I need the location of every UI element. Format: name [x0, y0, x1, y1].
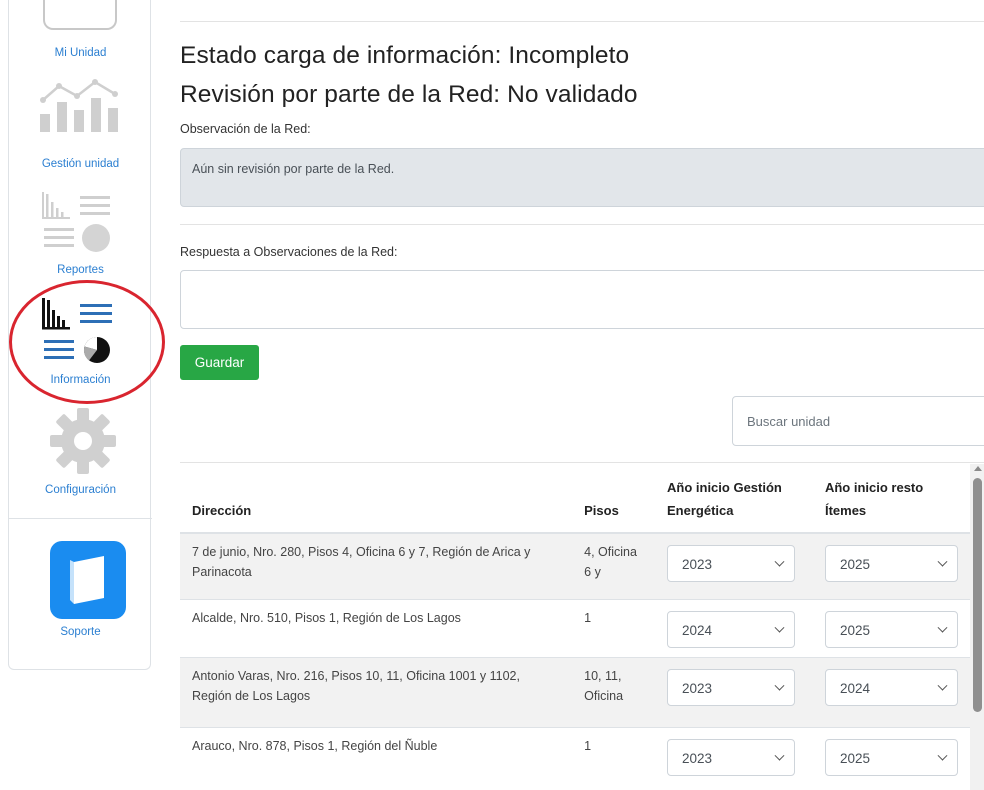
cell-address: 7 de junio, Nro. 280, Pisos 4, Oficina 6… [180, 532, 573, 599]
observation-label: Observación de la Red: [180, 122, 311, 136]
cell-gestion-year: 2024 [655, 598, 813, 657]
cell-floors: 10, 11, Oficina [572, 656, 656, 727]
header-resto-year[interactable]: Año inicio resto Ítemes [812, 470, 970, 534]
resto-year-select[interactable]: 2025 [824, 738, 958, 776]
select-value: 2023 [682, 750, 713, 766]
table-row: Alcalde, Nro. 510, Pisos 1, Región de Lo… [180, 598, 970, 657]
select-value: 2025 [839, 622, 871, 638]
line-bar-chart-icon [40, 79, 118, 132]
response-textarea[interactable] [180, 270, 984, 329]
cell-resto-year: 2025 [812, 726, 970, 785]
chevron-down-icon [937, 680, 948, 691]
units-table: Dirección Pisos Año inicio Gestión Energ… [180, 470, 970, 785]
sidebar-item-label: Soporte [60, 626, 101, 638]
home-unit-icon [43, 0, 117, 30]
gestion-year-select[interactable]: 2023 [667, 545, 796, 582]
select-value: 2025 [839, 557, 871, 572]
response-label: Respuesta a Observaciones de la Red: [180, 245, 398, 259]
divider [180, 462, 984, 463]
cell-gestion-year: 2023 [655, 532, 813, 599]
chevron-down-icon [937, 556, 948, 567]
scroll-up-arrow-icon[interactable] [974, 466, 982, 471]
support-book-icon [50, 541, 126, 619]
header-gestion-year[interactable]: Año inicio Gestión Energética [655, 470, 813, 534]
cell-resto-year: 2024 [812, 656, 970, 727]
cell-floors: 1 [572, 598, 656, 657]
resto-year-select[interactable]: 2025 [824, 610, 958, 648]
chevron-down-icon [774, 680, 785, 691]
cell-floors: 4, Oficina 6 y [572, 532, 656, 599]
sidebar-item-reportes[interactable]: Reportes [9, 186, 152, 282]
header-address[interactable]: Dirección [180, 470, 573, 534]
chevron-down-icon [774, 556, 785, 567]
divider [180, 224, 984, 225]
chevron-down-icon [774, 750, 785, 761]
chevron-down-icon [774, 622, 785, 633]
chevron-down-icon [937, 750, 948, 761]
gear-icon [50, 408, 116, 474]
table-row: Antonio Varas, Nro. 216, Pisos 10, 11, O… [180, 656, 970, 727]
sidebar-item-configuracion[interactable]: Configuración [9, 406, 152, 502]
sidebar-item-label: Información [50, 374, 111, 386]
resto-year-select[interactable]: 2024 [824, 668, 958, 706]
cell-gestion-year: 2023 [655, 656, 813, 727]
table-scrollbar-thumb[interactable] [973, 478, 982, 712]
header-floors[interactable]: Pisos [572, 470, 656, 534]
cell-resto-year: 2025 [812, 532, 970, 599]
gestion-year-select[interactable]: 2023 [667, 668, 796, 706]
sidebar-divider [9, 518, 152, 519]
cell-gestion-year: 2023 [655, 726, 813, 785]
information-charts-icon [42, 298, 112, 363]
report-charts-icon [42, 192, 110, 252]
resto-year-select[interactable]: 2025 [824, 545, 958, 582]
select-value: 2025 [839, 750, 871, 766]
sidebar-item-label: Mi Unidad [54, 47, 107, 59]
review-status-heading: Revisión por parte de la Red: No validad… [180, 81, 638, 108]
cell-floors: 1 [572, 726, 656, 785]
load-status-heading: Estado carga de información: Incompleto [180, 42, 630, 69]
cell-address: Arauco, Nro. 878, Pisos 1, Región del Ñu… [180, 726, 573, 785]
gestion-year-select[interactable]: 2024 [667, 610, 796, 648]
sidebar-item-label: Gestión unidad [41, 158, 120, 170]
divider [180, 21, 984, 22]
sidebar-item-label: Reportes [57, 264, 104, 276]
sidebar: Mi Unidad Gestión unidad Reportes Inform… [8, 0, 152, 670]
units-table-container: Dirección Pisos Año inicio Gestión Energ… [180, 470, 970, 790]
cell-resto-year: 2025 [812, 598, 970, 657]
cell-address: Antonio Varas, Nro. 216, Pisos 10, 11, O… [180, 656, 573, 727]
select-value: 2023 [682, 680, 713, 696]
sidebar-item-label: Configuración [45, 484, 116, 496]
sidebar-item-gestion-unidad[interactable]: Gestión unidad [9, 72, 152, 176]
search-unit-input[interactable] [732, 396, 984, 446]
cell-address: Alcalde, Nro. 510, Pisos 1, Región de Lo… [180, 598, 573, 657]
save-button[interactable]: Guardar [180, 345, 259, 380]
table-row: 7 de junio, Nro. 280, Pisos 4, Oficina 6… [180, 532, 970, 599]
select-value: 2024 [839, 680, 871, 696]
table-row: Arauco, Nro. 878, Pisos 1, Región del Ñu… [180, 726, 970, 785]
select-value: 2023 [682, 557, 713, 572]
gestion-year-select[interactable]: 2023 [667, 738, 796, 776]
sidebar-item-soporte[interactable]: Soporte [9, 541, 152, 651]
observation-textarea: Aún sin revisión por parte de la Red. [180, 148, 984, 207]
select-value: 2024 [682, 622, 713, 638]
chevron-down-icon [937, 622, 948, 633]
table-header-row: Dirección Pisos Año inicio Gestión Energ… [180, 470, 970, 534]
sidebar-item-mi-unidad[interactable]: Mi Unidad [9, 0, 152, 62]
sidebar-item-informacion[interactable]: Información [9, 292, 152, 396]
